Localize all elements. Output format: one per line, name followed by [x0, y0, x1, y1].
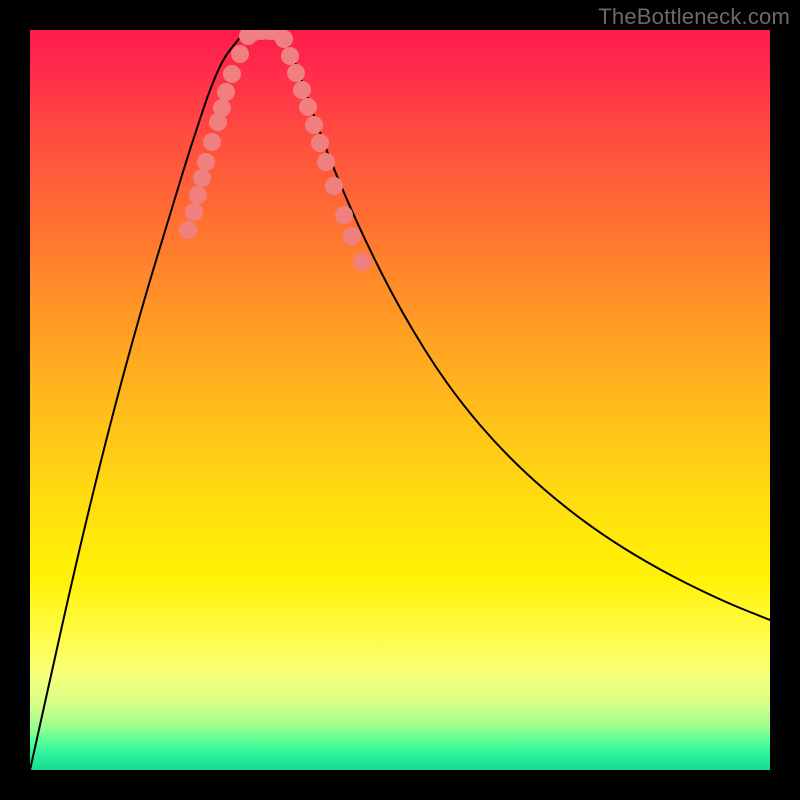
data-dot [343, 227, 361, 245]
chart-frame: TheBottleneck.com [0, 0, 800, 800]
data-dot [189, 186, 207, 204]
plot-area [30, 30, 770, 770]
data-dot [193, 169, 211, 187]
data-dot [197, 153, 215, 171]
data-dots [179, 30, 371, 271]
data-dot [275, 30, 293, 48]
curve-overlay [30, 30, 770, 770]
data-dot [353, 253, 371, 271]
data-dot [217, 83, 235, 101]
data-dot [213, 99, 231, 117]
data-dot [317, 153, 335, 171]
data-dot [281, 47, 299, 65]
data-dot [299, 98, 317, 116]
data-dot [325, 177, 343, 195]
data-dot [305, 116, 323, 134]
data-dot [185, 203, 203, 221]
curve-right-curve [280, 30, 770, 620]
data-dot [293, 81, 311, 99]
data-dot [287, 64, 305, 82]
bottleneck-curve [30, 30, 770, 770]
data-dot [203, 133, 221, 151]
data-dot [311, 134, 329, 152]
data-dot [335, 206, 353, 224]
data-dot [231, 45, 249, 63]
data-dot [223, 65, 241, 83]
data-dot [179, 221, 197, 239]
watermark-text: TheBottleneck.com [598, 4, 790, 30]
